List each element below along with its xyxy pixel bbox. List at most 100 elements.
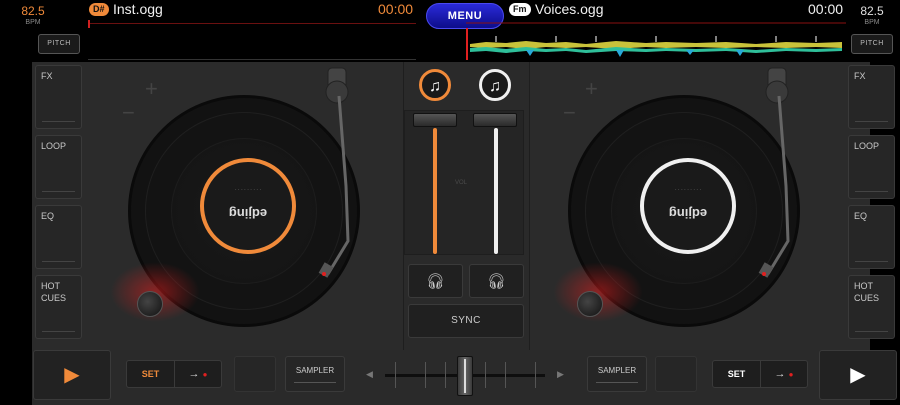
right-sampler-slot[interactable] [655, 356, 697, 392]
left-eq-button[interactable]: EQ [35, 205, 82, 269]
crossfader-tick [425, 362, 426, 388]
left-hot-cues-label: HOT CUES [41, 281, 67, 303]
right-goto-cue-button[interactable]: → ● [761, 361, 807, 387]
right-hot-cues-button[interactable]: HOT CUES [848, 275, 895, 339]
sync-button[interactable]: SYNC [408, 304, 524, 338]
right-track-title: Voices.ogg [535, 1, 604, 17]
right-record-label: · · · · · · · · · edjing [640, 158, 736, 254]
left-bpm-unit: BPM [25, 19, 41, 26]
crossfader-handle-line [464, 359, 466, 393]
left-play-button[interactable]: ▶ [33, 350, 111, 400]
crossfader-tick [395, 362, 396, 388]
left-sampler-indicator [294, 382, 336, 383]
left-pitch-minus-icon[interactable]: − [122, 100, 135, 126]
right-eq-indicator [855, 261, 888, 262]
right-label-brand: edjing [668, 206, 708, 221]
right-set-cue-group: SET → ● [712, 360, 808, 388]
left-sampler-button[interactable]: SAMPLER [285, 356, 345, 392]
right-set-button[interactable]: SET [713, 361, 761, 387]
right-label-fineprint: · · · · · · · · · [674, 186, 702, 192]
left-loop-indicator [42, 191, 75, 192]
left-waveform[interactable] [88, 20, 416, 60]
crossfader-left-arrow-icon[interactable]: ◀ [366, 369, 373, 380]
cue-dot-icon: ● [788, 370, 794, 379]
crossfader-tick [505, 362, 506, 388]
right-hot-cues-indicator [855, 331, 888, 332]
left-waveform-line [88, 23, 416, 24]
volume-label: VOL [455, 180, 468, 186]
left-headphones-button[interactable]: 🎧︎ [408, 264, 463, 298]
right-sampler-indicator [596, 382, 638, 383]
left-record-label: · · · · · · · · · edjing [200, 158, 296, 254]
crossfader-tick [485, 362, 486, 388]
left-track-title: Inst.ogg [113, 1, 163, 17]
right-eq-label: EQ [854, 211, 868, 221]
left-bpm-value: 82.5 [21, 4, 45, 18]
right-bpm-value: 82.5 [860, 4, 884, 18]
left-set-cue-group: SET → ● [126, 360, 222, 388]
left-playhead [88, 20, 90, 28]
right-volume-track[interactable] [494, 128, 498, 254]
right-loop-indicator [855, 191, 888, 192]
left-fx-label: FX [41, 71, 53, 81]
crossfader-tick [535, 362, 536, 388]
left-sampler-label: SAMPLER [295, 366, 335, 375]
left-goto-cue-button[interactable]: → ● [175, 361, 221, 387]
left-eq-indicator [42, 261, 75, 262]
right-playhead [466, 28, 468, 60]
left-sampler-slot[interactable] [234, 356, 276, 392]
left-hot-cues-button[interactable]: HOT CUES [35, 275, 82, 339]
left-loop-button[interactable]: LOOP [35, 135, 82, 199]
right-sampler-button[interactable]: SAMPLER [587, 356, 647, 392]
left-hot-cues-indicator [42, 331, 75, 332]
right-sampler-label: SAMPLER [597, 366, 637, 375]
left-fx-indicator [42, 121, 75, 122]
right-eq-button[interactable]: EQ [848, 205, 895, 269]
left-eq-label: EQ [41, 211, 55, 221]
right-pitch-plus-icon[interactable]: + [585, 76, 598, 102]
right-headphones-button[interactable]: 🎧︎ [469, 264, 524, 298]
right-loop-button[interactable]: LOOP [848, 135, 895, 199]
left-pitch-knob[interactable] [137, 291, 163, 317]
right-key-badge: Fm [509, 3, 531, 16]
right-pitch-button[interactable]: PITCH [851, 34, 893, 54]
headphones-icon: 🎧︎ [425, 273, 446, 290]
left-bpm-display: 82.5 BPM [9, 4, 57, 26]
crossfader[interactable] [385, 356, 545, 396]
headphones-icon: 🎧︎ [486, 273, 507, 290]
left-tonearm-icon[interactable] [318, 66, 368, 278]
left-label-brand: edjing [228, 206, 268, 221]
crossfader-handle[interactable] [457, 356, 473, 396]
left-pitch-button[interactable]: PITCH [38, 34, 80, 54]
play-icon: ▶ [850, 364, 866, 386]
play-icon: ▶ [64, 364, 80, 386]
right-play-button[interactable]: ▶ [819, 350, 897, 400]
crossfader-tick [445, 362, 446, 388]
right-waveform[interactable] [466, 20, 846, 60]
left-cue-music-note-icon[interactable]: ♫ [419, 69, 451, 101]
right-volume-fader[interactable] [473, 113, 517, 127]
arrow-right-icon: → [188, 368, 200, 380]
left-loop-label: LOOP [41, 141, 67, 151]
left-volume-fader[interactable] [413, 113, 457, 127]
right-bpm-display: 82.5 BPM [848, 4, 896, 26]
arrow-right-icon: → [774, 368, 786, 380]
left-volume-track[interactable] [433, 128, 437, 254]
right-waveform-graphic [466, 22, 846, 57]
right-pitch-knob[interactable] [577, 291, 603, 317]
cue-dot-icon: ● [202, 370, 208, 379]
left-pitch-plus-icon[interactable]: + [145, 76, 158, 102]
right-fx-button[interactable]: FX [848, 65, 895, 129]
right-tonearm-icon[interactable] [758, 66, 808, 278]
right-track-time: 00:00 [808, 1, 844, 17]
left-fx-button[interactable]: FX [35, 65, 82, 129]
right-fx-label: FX [854, 71, 866, 81]
right-cue-music-note-icon[interactable]: ♫ [479, 69, 511, 101]
crossfader-right-arrow-icon[interactable]: ▶ [557, 369, 564, 380]
left-set-button[interactable]: SET [127, 361, 175, 387]
right-pitch-minus-icon[interactable]: − [563, 100, 576, 126]
left-key-badge: D# [89, 3, 109, 16]
left-label-fineprint: · · · · · · · · · [234, 186, 262, 192]
right-fx-indicator [855, 121, 888, 122]
right-loop-label: LOOP [854, 141, 880, 151]
